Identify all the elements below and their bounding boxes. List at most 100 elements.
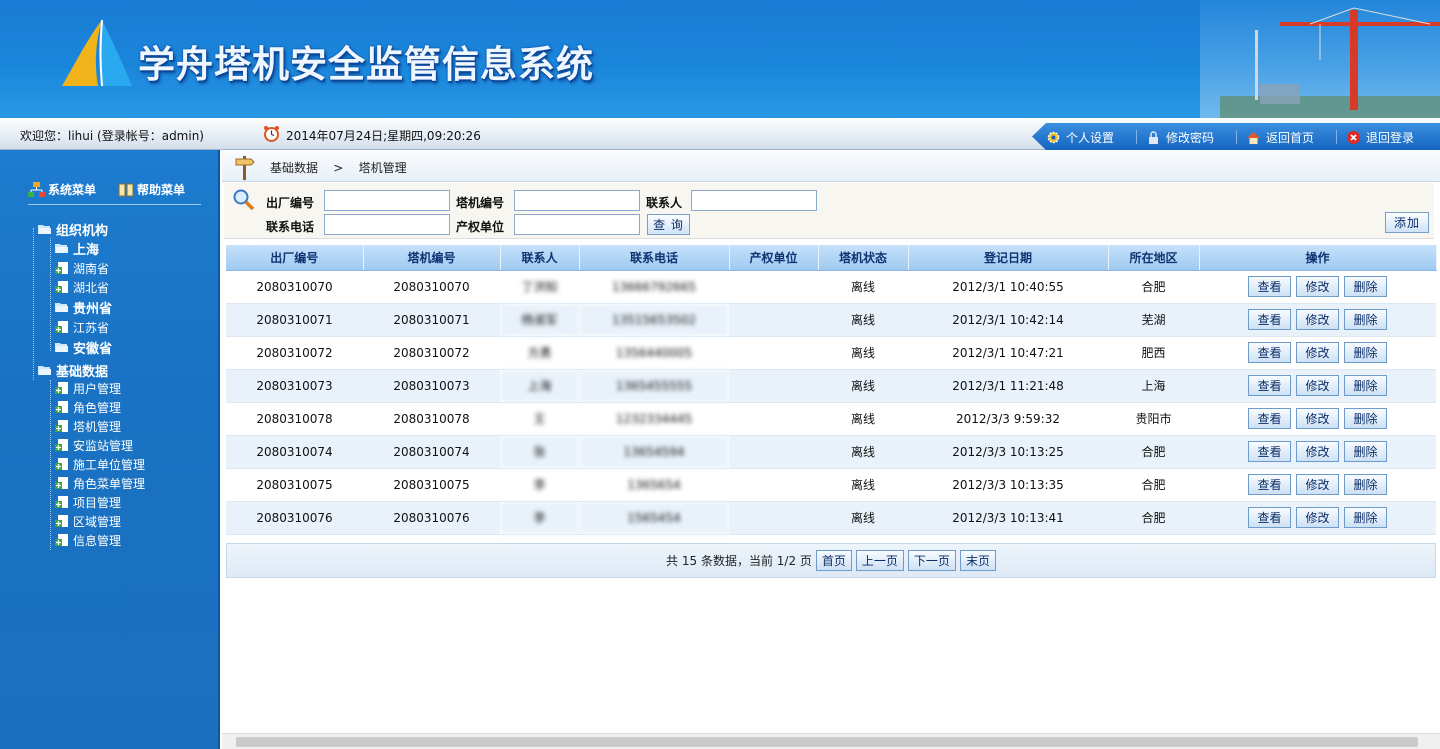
edit-button[interactable]: 修改 — [1296, 507, 1339, 528]
add-button[interactable]: 添加 — [1385, 212, 1429, 233]
tree-node-hunan[interactable]: 湖南省 — [55, 259, 109, 277]
edit-button[interactable]: 修改 — [1296, 441, 1339, 462]
crane-no-cell: 2080310072 — [363, 336, 500, 370]
delete-button[interactable]: 删除 — [1344, 309, 1387, 330]
view-button[interactable]: 查看 — [1248, 408, 1291, 429]
crane-no-input[interactable] — [514, 190, 640, 211]
status-cell: 离线 — [818, 402, 908, 436]
contact-cell: 李 — [500, 501, 579, 535]
horizontal-scrollbar[interactable] — [222, 733, 1440, 749]
tree-node-info-mgmt[interactable]: 信息管理 — [55, 531, 121, 549]
column-header: 产权单位 — [729, 245, 819, 271]
delete-button[interactable]: 删除 — [1344, 441, 1387, 462]
contact-cell: 方勇 — [500, 336, 579, 370]
tree-node-region-mgmt[interactable]: 区域管理 — [55, 512, 121, 530]
tree-node-role-menu-mgmt[interactable]: 角色菜单管理 — [55, 474, 145, 492]
next-page-button[interactable]: 下一页 — [907, 550, 956, 571]
tab-help-menu[interactable]: 帮助菜单 — [118, 181, 185, 198]
tab-system-menu[interactable]: 系统菜单 — [28, 181, 96, 198]
tree-label: 区域管理 — [73, 514, 122, 529]
crane-no-cell: 2080310071 — [363, 303, 500, 337]
edit-button[interactable]: 修改 — [1296, 309, 1339, 330]
lock-icon — [1149, 130, 1158, 144]
folder-open-icon — [38, 225, 51, 234]
factory-no-label: 出厂编号 — [266, 196, 315, 210]
tree-node-user-mgmt[interactable]: 用户管理 — [55, 379, 121, 397]
tree-node-guizhou[interactable]: 贵州省 — [55, 298, 112, 317]
pagination: 共 15 条数据，当前 1/2 页 首页 上一页 下一页 末页 — [226, 543, 1436, 578]
edit-button[interactable]: 修改 — [1296, 474, 1339, 495]
contact-label: 联系人 — [646, 196, 683, 210]
signpost-icon — [235, 156, 255, 180]
query-button[interactable]: 查 询 — [647, 214, 690, 235]
folder-open-icon — [38, 366, 51, 375]
tree-node-contractor-mgmt[interactable]: 施工单位管理 — [55, 455, 145, 473]
book-icon — [118, 183, 134, 196]
view-button[interactable]: 查看 — [1248, 342, 1291, 363]
region-cell: 合肥 — [1108, 501, 1199, 535]
welcome-text: 欢迎您：lihui (登录帐号：admin) — [20, 129, 204, 143]
delete-button[interactable]: 删除 — [1344, 375, 1387, 396]
edit-button[interactable]: 修改 — [1296, 342, 1339, 363]
view-button[interactable]: 查看 — [1248, 441, 1291, 462]
tree-node-jiangsu[interactable]: 江苏省 — [55, 318, 109, 336]
status-cell: 离线 — [818, 435, 908, 469]
scrollbar-thumb[interactable] — [236, 737, 1418, 747]
delete-button[interactable]: 删除 — [1344, 276, 1387, 297]
tree-node-station-mgmt[interactable]: 安监站管理 — [55, 436, 133, 454]
first-page-button[interactable]: 首页 — [815, 550, 852, 571]
view-button[interactable]: 查看 — [1248, 276, 1291, 297]
delete-button[interactable]: 删除 — [1344, 474, 1387, 495]
edit-button[interactable]: 修改 — [1296, 276, 1339, 297]
nav-home[interactable]: 返回首页 — [1246, 127, 1314, 147]
view-button[interactable]: 查看 — [1248, 375, 1291, 396]
prev-page-button[interactable]: 上一页 — [855, 550, 904, 571]
nav-change-password[interactable]: 修改密码 — [1146, 127, 1214, 147]
menu-tree: 组织机构 上海 湖南省 湖北省 贵州省 江苏省 安徽省 基础数据 用户管理 角色… — [30, 220, 210, 560]
column-header: 操作 — [1199, 245, 1437, 271]
tree-node-role-mgmt[interactable]: 角色管理 — [55, 398, 121, 416]
date-cell: 2012/3/3 10:13:41 — [908, 501, 1108, 535]
tree-node-hubei[interactable]: 湖北省 — [55, 278, 109, 296]
tree-line — [33, 228, 34, 380]
tree-node-shanghai[interactable]: 上海 — [55, 239, 99, 258]
last-page-button[interactable]: 末页 — [959, 550, 996, 571]
contact-cell: 张 — [500, 435, 579, 469]
contact-input[interactable] — [691, 190, 817, 211]
tab-label: 系统菜单 — [48, 183, 97, 197]
tree-node-crane-mgmt[interactable]: 塔机管理 — [55, 417, 121, 435]
edit-button[interactable]: 修改 — [1296, 375, 1339, 396]
tree-node-anhui[interactable]: 安徽省 — [55, 338, 113, 357]
edit-button[interactable]: 修改 — [1296, 408, 1339, 429]
view-button[interactable]: 查看 — [1248, 309, 1291, 330]
view-button[interactable]: 查看 — [1248, 474, 1291, 495]
delete-button[interactable]: 删除 — [1344, 342, 1387, 363]
phone-input[interactable] — [324, 214, 450, 235]
owner-label: 产权单位 — [456, 220, 505, 234]
delete-button[interactable]: 删除 — [1344, 408, 1387, 429]
nav-label: 退回登录 — [1366, 130, 1415, 145]
owner-input[interactable] — [514, 214, 640, 235]
factory-no-input[interactable] — [324, 190, 450, 211]
nav-logout[interactable]: 退回登录 — [1346, 127, 1414, 147]
table-row: 2080310075 2080310075 李 1365654 离线 2012/… — [226, 468, 1436, 502]
nav-personal-settings[interactable]: 个人设置 — [1046, 127, 1114, 147]
tree-node-org[interactable]: 组织机构 — [38, 220, 108, 239]
tree-node-basic-data[interactable]: 基础数据 — [38, 361, 108, 380]
crane-no-label: 塔机编号 — [456, 196, 505, 210]
phone-cell: 1356440005 — [579, 336, 729, 370]
table-row: 2080310070 2080310070 丁洪知 13666792665 离线… — [226, 270, 1436, 304]
date-cell: 2012/3/3 10:13:25 — [908, 435, 1108, 469]
view-button[interactable]: 查看 — [1248, 507, 1291, 528]
date-cell: 2012/3/1 10:42:14 — [908, 303, 1108, 337]
crane-no-cell: 2080310073 — [363, 369, 500, 403]
region-cell: 芜湖 — [1108, 303, 1199, 337]
date-cell: 2012/3/3 9:59:32 — [908, 402, 1108, 436]
crane-no-cell: 2080310076 — [363, 501, 500, 535]
page-add-icon — [55, 401, 68, 413]
owner-cell — [729, 402, 818, 436]
tree-node-project-mgmt[interactable]: 项目管理 — [55, 493, 121, 511]
current-datetime: 2014年07月24日;星期四,09:20:26 — [286, 129, 481, 143]
tree-label: 安徽省 — [73, 341, 113, 357]
delete-button[interactable]: 删除 — [1344, 507, 1387, 528]
